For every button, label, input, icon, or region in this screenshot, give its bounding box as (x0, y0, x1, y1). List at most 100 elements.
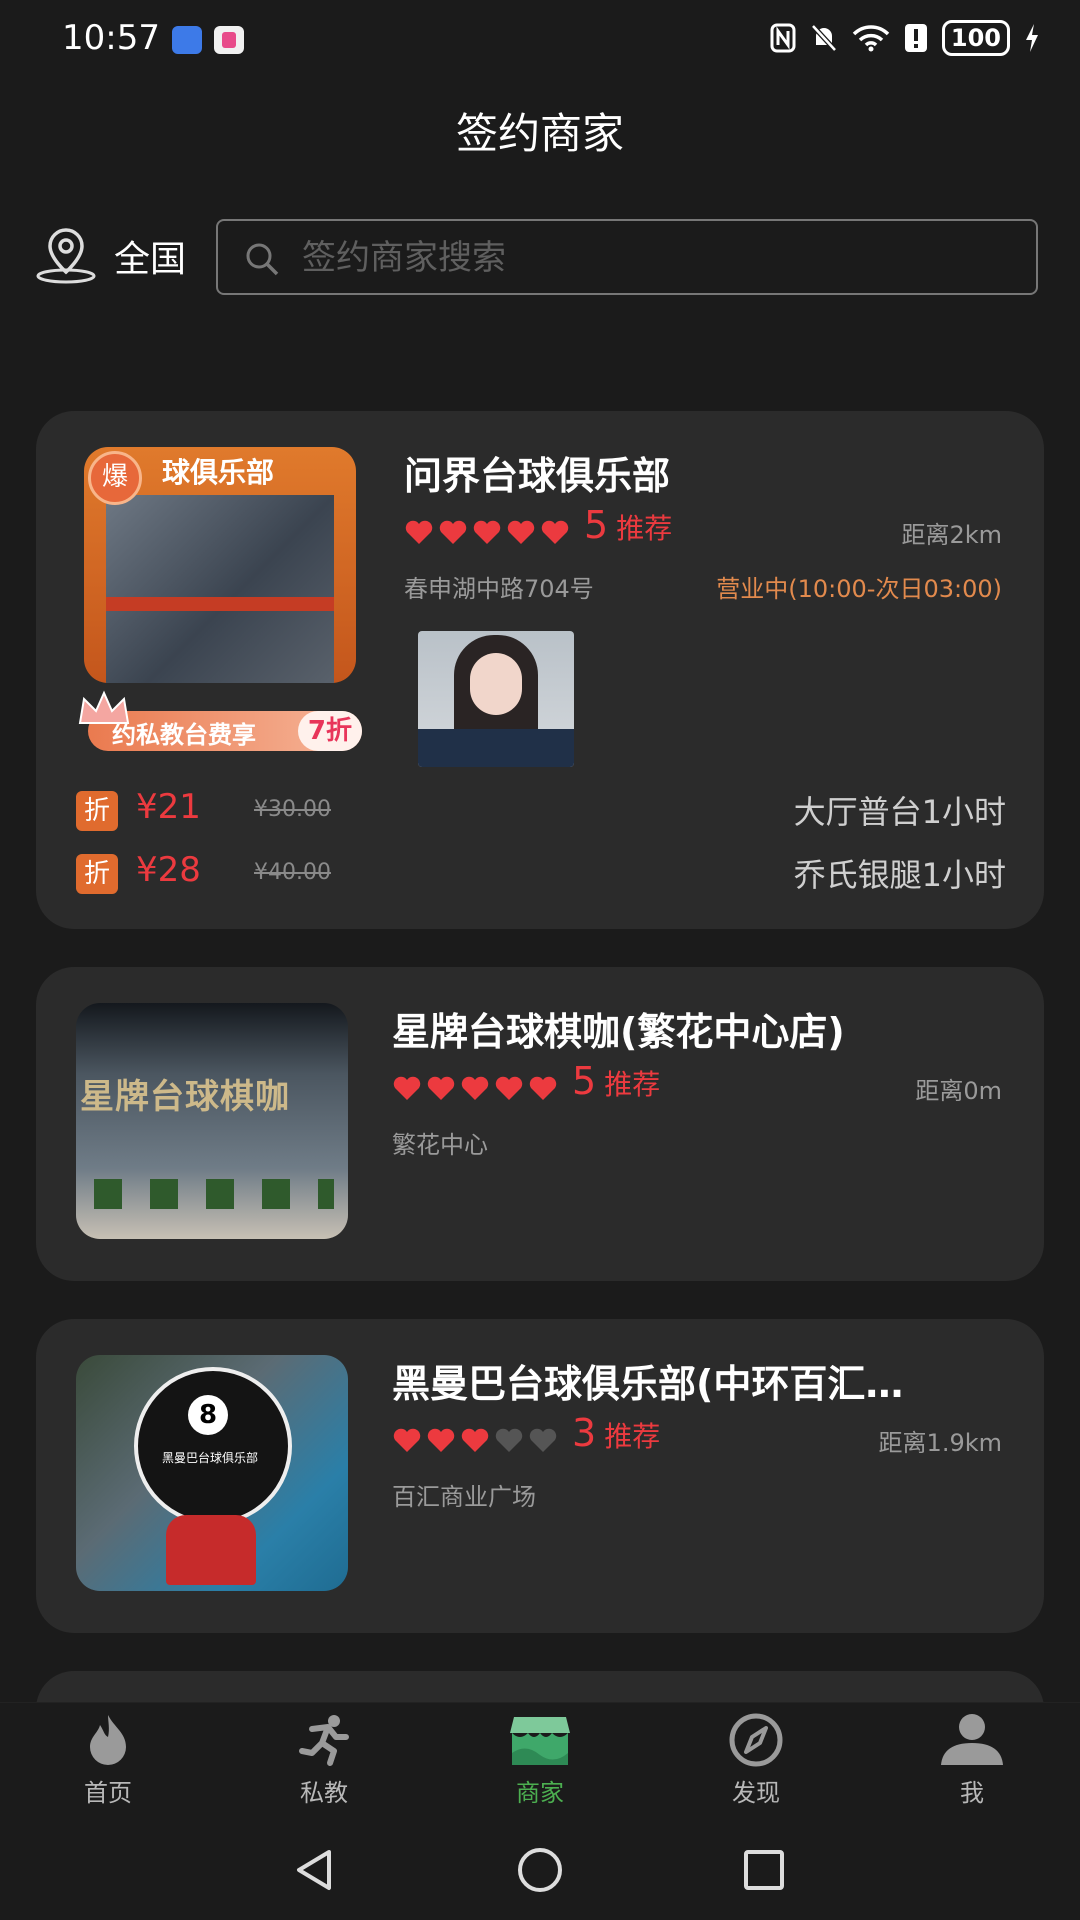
tab-label: 首页 (84, 1779, 132, 1807)
mascot-sign: 黑曼巴台球俱乐部 (162, 1451, 259, 1465)
flame-icon (90, 1715, 126, 1765)
battery-indicator: 100 (941, 20, 1010, 56)
tab-merchants[interactable]: 商家 (480, 1713, 600, 1808)
address: 百汇商业广场 (392, 1483, 536, 1511)
hot-badge: 爆 (88, 451, 142, 505)
tab-label: 商家 (516, 1779, 564, 1807)
merchant-photo[interactable]: 球俱乐部 爆 (84, 447, 356, 683)
storefront-sign: 球俱乐部 (162, 456, 275, 489)
distance: 距离2km (901, 521, 1002, 549)
wifi-icon (852, 25, 890, 52)
heart-icon (393, 1076, 421, 1100)
heart-icon (393, 1428, 421, 1452)
rating-score: 3 推荐 (572, 1411, 660, 1455)
eight-ball-number: 8 (188, 1395, 228, 1435)
bottom-tab-bar: 首页 私教 商家 发现 我 (0, 1702, 1080, 1811)
heart-icon (405, 520, 433, 544)
address: 春申湖中路704号 (404, 575, 594, 603)
status-time: 10:57 (62, 18, 160, 58)
deal-original-price: ¥40.00 (254, 860, 331, 885)
home-icon[interactable] (517, 1847, 563, 1893)
compass-icon (729, 1713, 783, 1767)
heart-empty-icon (529, 1428, 557, 1452)
tab-label: 发现 (732, 1779, 780, 1807)
merchant-name[interactable]: 问界台球俱乐部 (404, 445, 670, 500)
heart-icon (461, 1428, 489, 1452)
merchant-card[interactable]: 球俱乐部 爆 约私教台费享 7折 问界台球俱乐部 5 推荐 距离2km 春申湖中路… (36, 411, 1044, 929)
merchant-name[interactable]: 星牌台球棋咖(繁花中心店) (392, 1001, 845, 1056)
rating-value: 5 (584, 503, 609, 547)
coach-avatar[interactable] (418, 631, 574, 767)
heart-icon (473, 520, 501, 544)
recommend-label: 推荐 (604, 1068, 661, 1101)
heart-icon (529, 1076, 557, 1100)
alert-icon (904, 24, 927, 52)
tab-profile[interactable]: 我 (912, 1713, 1032, 1808)
merchant-photo[interactable]: 8 黑曼巴台球俱乐部 (76, 1355, 348, 1591)
heart-icon (541, 520, 569, 544)
recents-icon[interactable] (743, 1849, 785, 1891)
address: 繁花中心 (392, 1131, 488, 1159)
search-box[interactable] (216, 219, 1038, 295)
search-input[interactable] (300, 221, 1024, 295)
star-rating (392, 1427, 558, 1453)
merchant-name[interactable]: 黑曼巴台球俱乐部(中环百汇… (392, 1353, 903, 1408)
heart-icon (427, 1076, 455, 1100)
deal-row[interactable]: 折 ¥21 ¥30.00 大厅普台1小时 (76, 787, 1006, 831)
region-selector[interactable]: 全国 (34, 226, 186, 286)
merchant-card[interactable]: 8 黑曼巴台球俱乐部 黑曼巴台球俱乐部(中环百汇… 3 推荐 距离1.9km 百汇… (36, 1319, 1044, 1633)
heart-empty-icon (495, 1428, 523, 1452)
heart-icon (507, 520, 535, 544)
status-icons: 100 (770, 20, 1040, 56)
user-icon (941, 1714, 1003, 1765)
heart-icon (461, 1076, 489, 1100)
status-bar: 10:57 100 (0, 0, 1080, 80)
promo-text: 约私教台费享 (112, 721, 256, 749)
mute-bell-icon (811, 24, 837, 52)
eight-ball-mascot (134, 1367, 292, 1525)
promo-banner[interactable]: 约私教台费享 7折 (78, 690, 362, 751)
deal-price: ¥21 (136, 787, 201, 827)
tab-coach[interactable]: 私教 (264, 1713, 384, 1808)
tab-label: 私教 (300, 1779, 348, 1807)
runner-icon (299, 1715, 349, 1766)
page-title: 签约商家 (455, 109, 624, 158)
nfc-icon (770, 23, 796, 53)
heart-icon (427, 1428, 455, 1452)
tab-home[interactable]: 首页 (48, 1713, 168, 1808)
usb-icon (172, 26, 202, 54)
recommend-label: 推荐 (616, 512, 673, 545)
store-icon (510, 1717, 570, 1765)
region-label: 全国 (114, 239, 187, 280)
merchant-photo[interactable]: 星牌台球棋咖 (76, 1003, 348, 1239)
coach-face (470, 653, 522, 715)
rating-value: 3 (572, 1411, 597, 1455)
promo-discount: 7折 (297, 711, 362, 751)
plant-decoration (94, 1179, 334, 1209)
merchant-card[interactable]: 星牌台球棋咖 星牌台球棋咖(繁花中心店) 5 推荐 距离0m 繁花中心 (36, 967, 1044, 1281)
storefront-sign: 星牌台球棋咖 (80, 1077, 290, 1117)
tab-label: 我 (960, 1779, 984, 1807)
deal-price: ¥28 (136, 850, 201, 890)
location-pin-icon (36, 228, 96, 284)
back-icon[interactable] (293, 1848, 337, 1892)
rating-value: 5 (572, 1059, 597, 1103)
coach-clothes (418, 729, 574, 767)
app-notification-icon (214, 26, 244, 54)
deal-name: 大厅普台1小时 (793, 793, 1006, 831)
discount-tag: 折 (76, 791, 118, 831)
tab-discover[interactable]: 发现 (696, 1713, 816, 1808)
heart-icon (439, 520, 467, 544)
discount-tag: 折 (76, 854, 118, 894)
star-rating (392, 1075, 558, 1101)
system-nav-bar (0, 1810, 1080, 1920)
business-hours: 营业中(10:00-次日03:00) (716, 575, 1002, 603)
deal-row[interactable]: 折 ¥28 ¥40.00 乔氏银腿1小时 (76, 850, 1006, 894)
door-banner (106, 597, 334, 611)
distance: 距离1.9km (878, 1429, 1002, 1457)
heart-icon (495, 1076, 523, 1100)
mascot-body (166, 1515, 256, 1585)
deal-name: 乔氏银腿1小时 (793, 856, 1006, 894)
charging-icon (1026, 24, 1038, 52)
search-icon (246, 243, 279, 276)
